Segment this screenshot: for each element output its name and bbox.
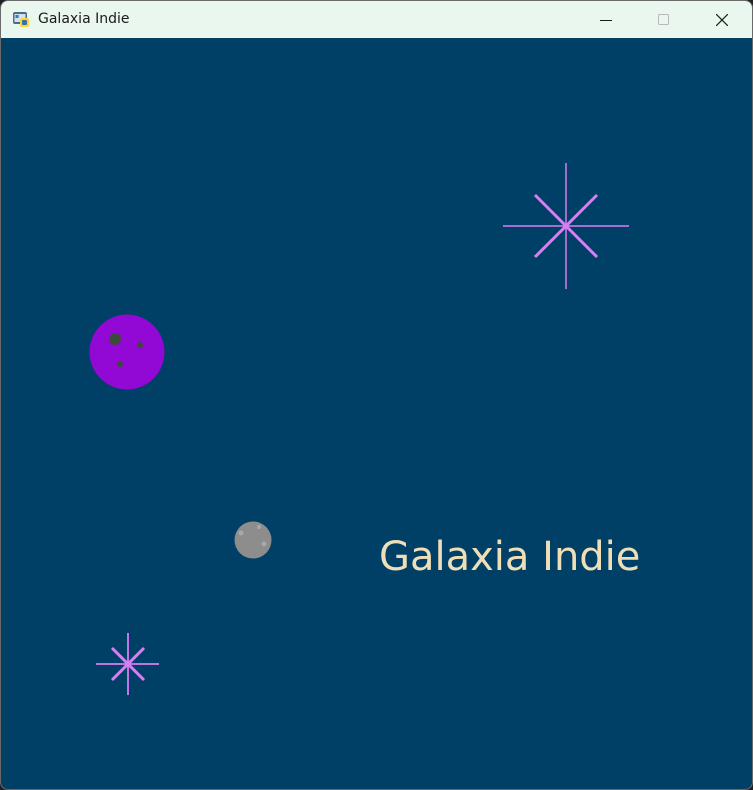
app-window: Galaxia Indie Galaxia Indie (0, 0, 753, 790)
minimize-button[interactable] (577, 1, 635, 38)
title-bar[interactable]: Galaxia Indie (1, 1, 752, 38)
close-icon (716, 13, 728, 26)
game-canvas[interactable]: Galaxia Indie (1, 38, 752, 789)
purple-planet (89, 314, 165, 390)
python-app-icon (13, 11, 29, 27)
game-title-text: Galaxia Indie (379, 534, 641, 580)
maximize-icon (658, 13, 669, 25)
small-star (96, 633, 159, 695)
minimize-icon (600, 19, 612, 21)
close-button[interactable] (693, 1, 751, 38)
gray-moon (234, 521, 272, 559)
large-star (503, 163, 629, 289)
maximize-button (635, 1, 693, 38)
window-title: Galaxia Indie (38, 11, 130, 27)
